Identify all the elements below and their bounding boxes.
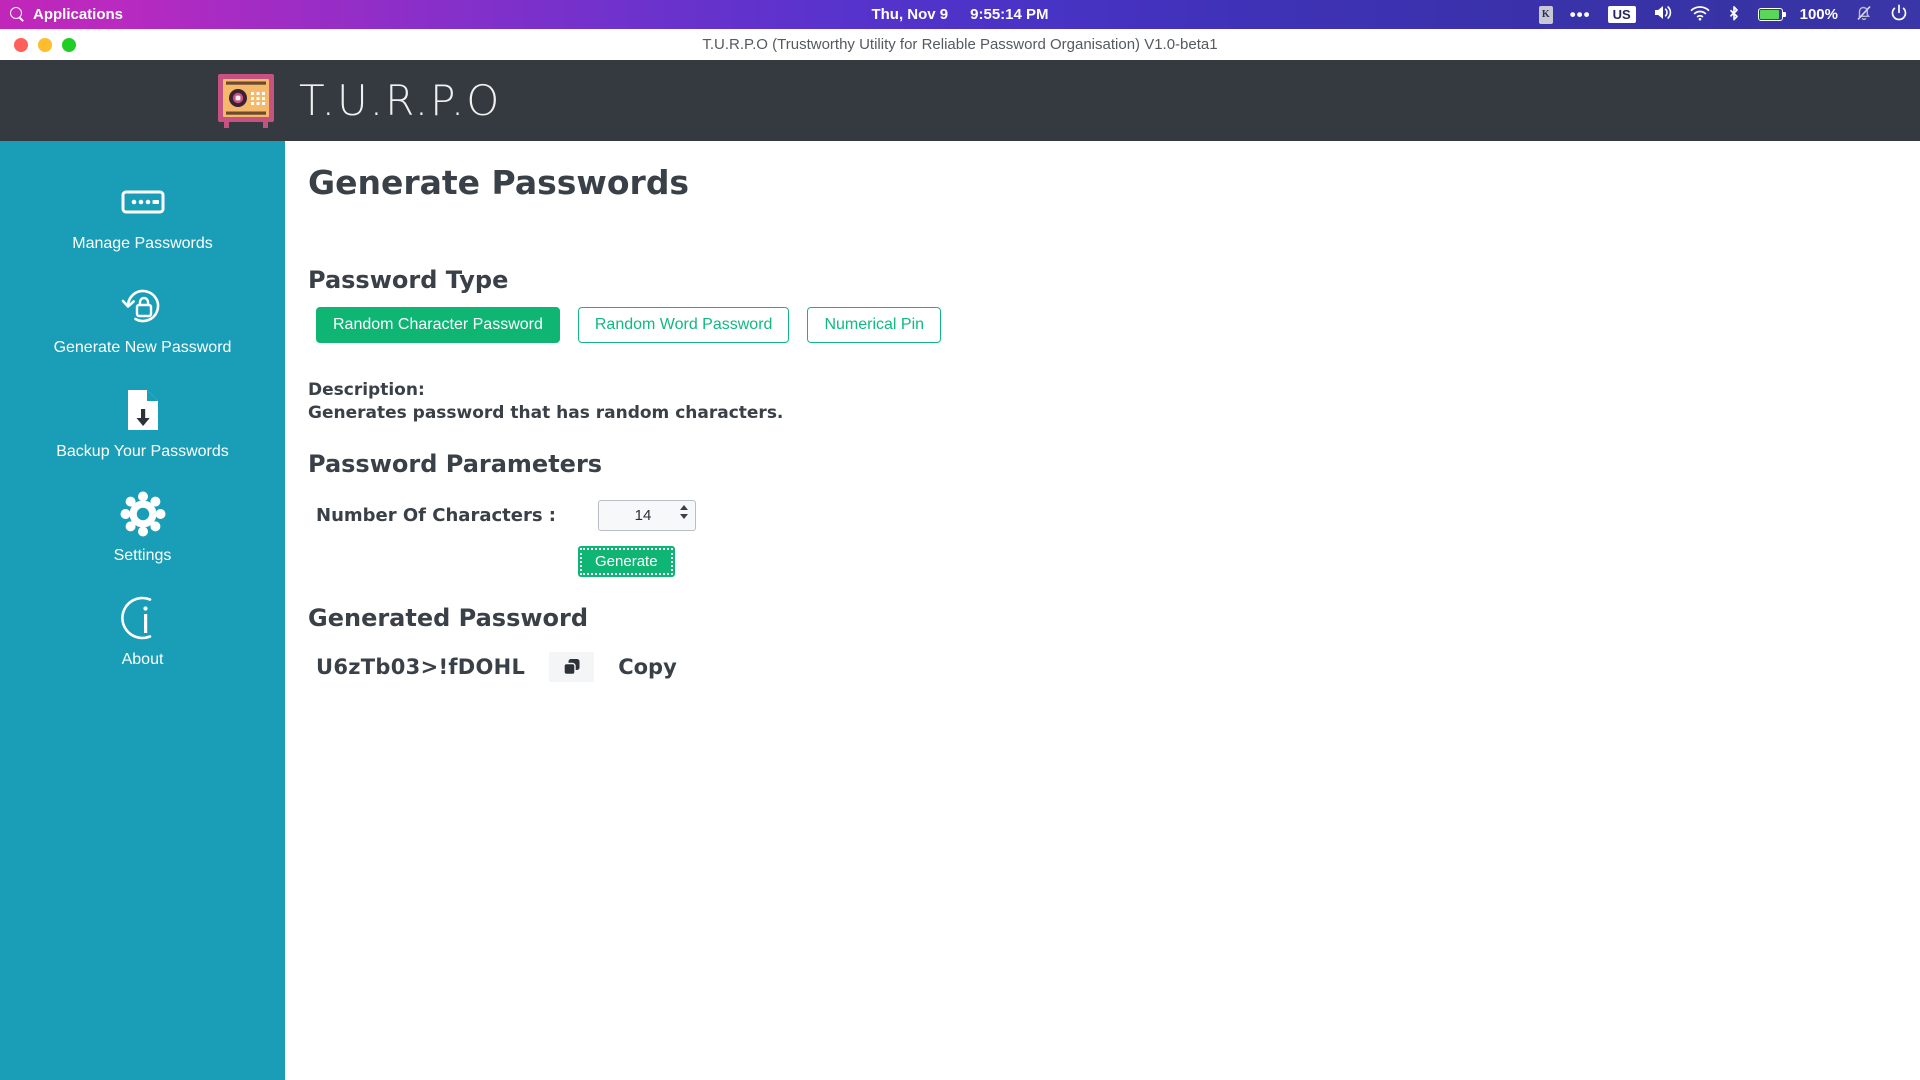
safe-vault-icon: [215, 70, 277, 132]
sidebar-item-settings[interactable]: Settings: [0, 479, 285, 583]
sidebar: Manage Passwords Generate New Password B…: [0, 141, 285, 1080]
copy-button-label[interactable]: Copy: [618, 655, 677, 679]
sidebar-item-generate-new-password[interactable]: Generate New Password: [0, 271, 285, 375]
maximize-button[interactable]: [62, 37, 76, 52]
applications-label: Applications: [33, 6, 124, 23]
keyboard-indicator-icon[interactable]: K: [1538, 5, 1553, 24]
number-of-characters-stepper[interactable]: 14: [598, 500, 697, 532]
bell-off-icon[interactable]: [1855, 4, 1873, 26]
sidebar-item-about[interactable]: About: [0, 583, 285, 687]
description-label: Description:: [308, 380, 425, 400]
password-field-icon: [120, 179, 166, 225]
password-type-heading: Password Type: [308, 266, 509, 294]
description-text: Generates password that has random chara…: [308, 402, 784, 423]
gear-icon: [120, 491, 166, 537]
password-type-random-word[interactable]: Random Word Password: [577, 307, 790, 343]
window-controls: [14, 37, 76, 52]
minimize-button[interactable]: [38, 37, 52, 52]
app-brand-title: T.U.R.P.O: [299, 76, 502, 125]
bluetooth-icon[interactable]: [1727, 3, 1741, 26]
power-icon[interactable]: [1890, 4, 1908, 26]
number-of-characters-row: Number Of Characters : 14: [316, 500, 1920, 532]
info-circle-icon: [120, 595, 166, 641]
system-top-bar: Applications Thu, Nov 9 9:55:14 PM K •••…: [0, 0, 1920, 29]
stepper-up-icon[interactable]: [680, 505, 689, 511]
file-download-icon: [120, 387, 166, 433]
sidebar-item-manage-passwords[interactable]: Manage Passwords: [0, 167, 285, 271]
generated-password-value: U6zTb03>!fDOHL: [316, 655, 526, 680]
number-of-characters-label: Number Of Characters :: [316, 505, 557, 527]
generated-password-heading: Generated Password: [308, 604, 589, 633]
window-title: T.U.R.P.O (Trustworthy Utility for Relia…: [702, 36, 1218, 53]
system-tray: K ••• US 100%: [1538, 0, 1908, 29]
sidebar-item-backup-your-passwords[interactable]: Backup Your Passwords: [0, 375, 285, 479]
sidebar-item-label: Settings: [113, 547, 172, 564]
applications-menu[interactable]: Applications: [10, 6, 123, 23]
clock-date: Thu, Nov 9: [871, 6, 949, 23]
battery-icon[interactable]: [1757, 8, 1786, 21]
password-type-random-character[interactable]: Random Character Password: [316, 307, 560, 343]
app-header: T.U.R.P.O: [0, 60, 1920, 141]
keyboard-layout-badge[interactable]: US: [1607, 6, 1636, 23]
speaker-icon[interactable]: [1653, 4, 1673, 25]
close-button[interactable]: [14, 37, 28, 52]
stepper-arrows: [680, 505, 689, 520]
clock[interactable]: Thu, Nov 9 9:55:14 PM: [871, 6, 1048, 23]
search-icon[interactable]: [10, 7, 25, 22]
password-parameters-heading: Password Parameters: [308, 450, 603, 479]
wifi-icon[interactable]: [1690, 5, 1710, 25]
copy-icon[interactable]: [549, 652, 595, 683]
generate-button-row: Generate: [316, 546, 1920, 578]
application-window: T.U.R.P.O (Trustworthy Utility for Relia…: [0, 29, 1920, 1080]
battery-percent-label: 100%: [1799, 6, 1838, 23]
generate-button[interactable]: Generate: [578, 546, 675, 578]
description-block: Description: Generates password that has…: [308, 379, 1920, 424]
sidebar-item-label: Manage Passwords: [72, 235, 213, 252]
tray-overflow-icon[interactable]: •••: [1570, 6, 1591, 23]
password-type-numerical-pin[interactable]: Numerical Pin: [807, 307, 942, 343]
sidebar-item-label: Backup Your Passwords: [56, 443, 229, 460]
page-title: Generate Passwords: [308, 163, 690, 202]
app-body: Manage Passwords Generate New Password B…: [0, 141, 1920, 1080]
generated-password-row: U6zTb03>!fDOHL Copy: [316, 652, 1920, 683]
sidebar-item-label: About: [121, 651, 164, 668]
sidebar-item-label: Generate New Password: [53, 339, 232, 356]
clock-time: 9:55:14 PM: [970, 6, 1049, 23]
password-type-options: Random Character Password Random Word Pa…: [316, 307, 1920, 343]
window-title-bar: T.U.R.P.O (Trustworthy Utility for Relia…: [0, 29, 1920, 60]
lock-refresh-icon: [120, 283, 166, 329]
main-content: Generate Passwords Password Type Random …: [285, 141, 1920, 1080]
stepper-down-icon[interactable]: [680, 514, 689, 520]
